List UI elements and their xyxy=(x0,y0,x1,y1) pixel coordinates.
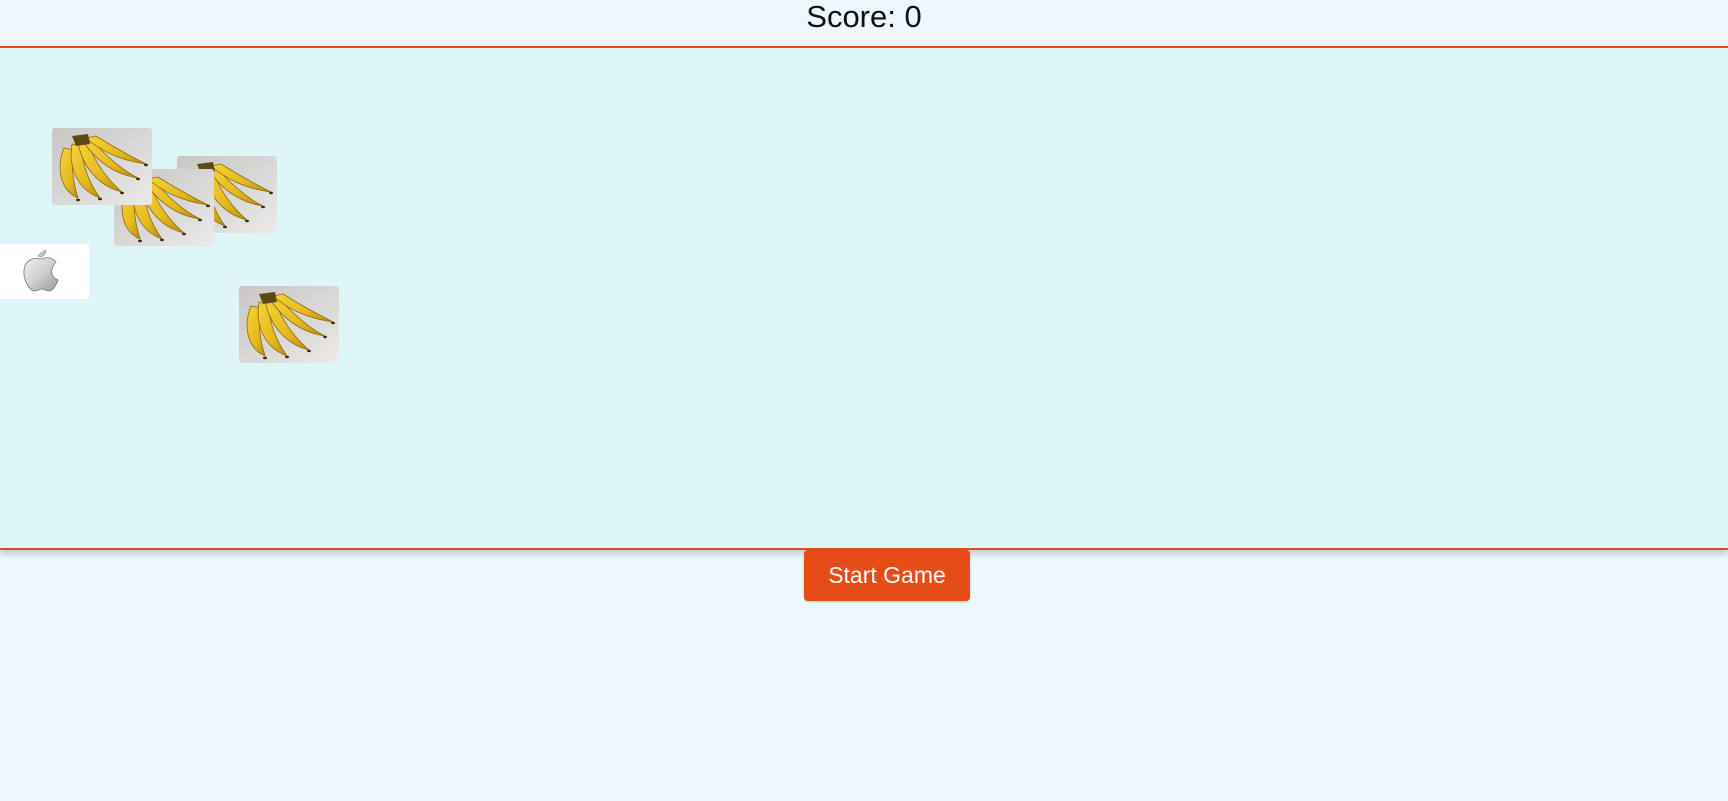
game-play-area[interactable] xyxy=(0,46,1728,550)
score-bar: Score: 0 xyxy=(0,0,1728,46)
score-label: Score: 0 xyxy=(806,0,922,34)
apple-logo-icon[interactable] xyxy=(0,244,89,299)
start-game-button[interactable]: Start Game xyxy=(804,550,970,601)
banana-bunch-icon[interactable] xyxy=(239,286,339,363)
banana-bunch-icon[interactable] xyxy=(52,128,152,205)
